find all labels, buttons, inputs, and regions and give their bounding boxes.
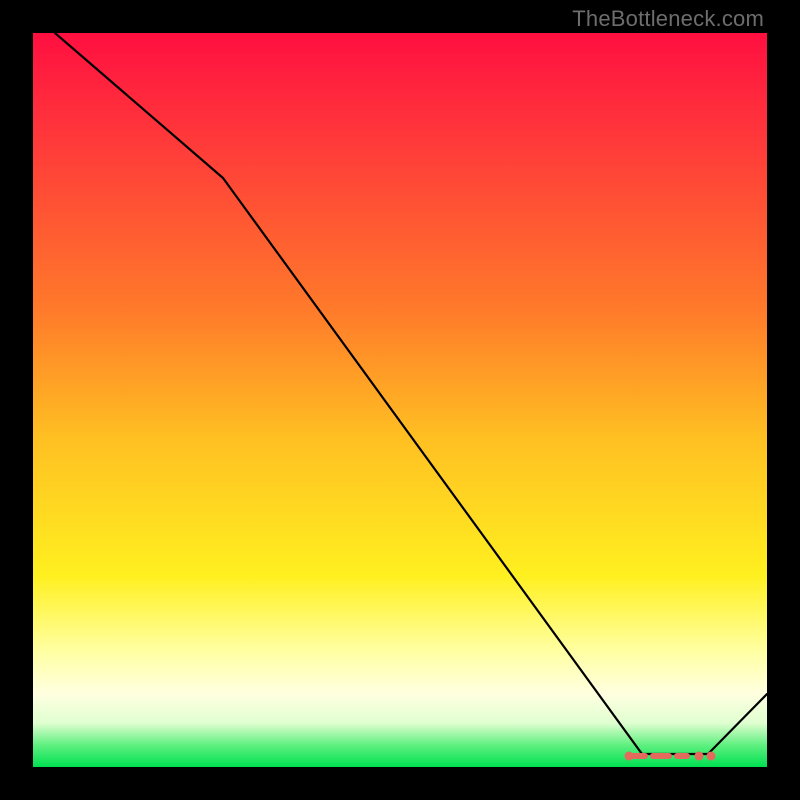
bottleneck-curve [55, 33, 767, 754]
plot-area [33, 33, 767, 767]
marker-dot [625, 752, 633, 760]
marker-dot [707, 752, 715, 760]
marker-dot [695, 752, 703, 760]
curve-svg [33, 33, 767, 767]
min-marker-band [625, 752, 715, 760]
watermark-text: TheBottleneck.com [572, 6, 764, 32]
chart-frame: TheBottleneck.com [0, 0, 800, 800]
